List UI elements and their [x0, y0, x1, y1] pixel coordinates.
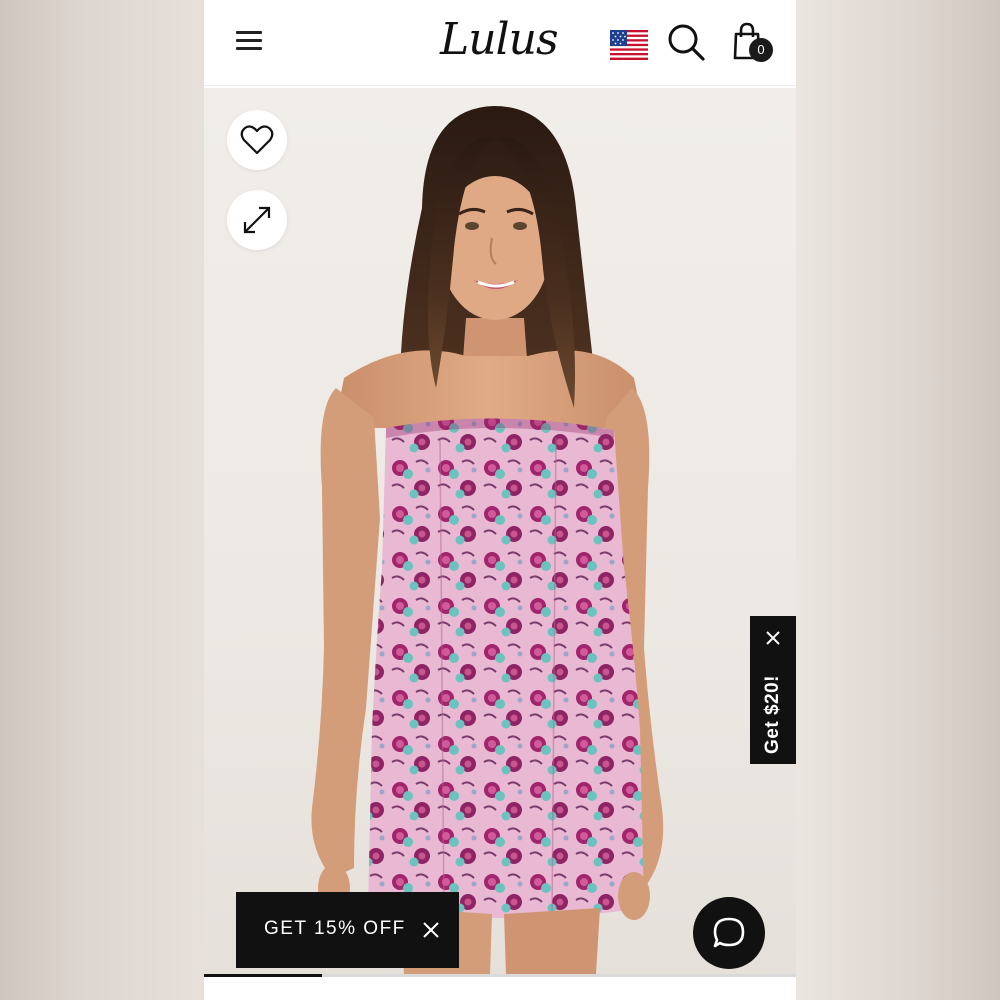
- chat-bubble-icon: [713, 917, 745, 948]
- top-nav-bar: Lulus 0: [204, 0, 796, 86]
- mobile-page: Lulus 0 Get $20! GET 15% OFF: [204, 0, 796, 1000]
- us-flag-icon[interactable]: [610, 30, 648, 60]
- get-20-promo-tab[interactable]: Get $20!: [750, 616, 796, 764]
- product-image[interactable]: [204, 88, 796, 974]
- hamburger-menu-icon[interactable]: [234, 28, 264, 52]
- wishlist-heart-button[interactable]: [227, 110, 287, 170]
- expand-icon: [243, 206, 271, 234]
- cart-count-badge: 0: [749, 38, 773, 62]
- model-photo: [311, 106, 664, 974]
- expand-image-button[interactable]: [227, 190, 287, 250]
- heart-icon: [240, 125, 274, 155]
- close-icon[interactable]: [765, 630, 781, 646]
- close-icon[interactable]: [422, 921, 440, 939]
- brand-logo[interactable]: Lulus: [440, 12, 564, 68]
- chat-button[interactable]: [693, 897, 765, 969]
- page-bottom-strip: [204, 977, 796, 1000]
- get-20-promo-label: Get $20!: [762, 675, 783, 755]
- offer-label: GET 15% OFF: [264, 918, 406, 939]
- search-icon[interactable]: [666, 22, 706, 62]
- get-15-off-banner[interactable]: GET 15% OFF: [236, 892, 459, 968]
